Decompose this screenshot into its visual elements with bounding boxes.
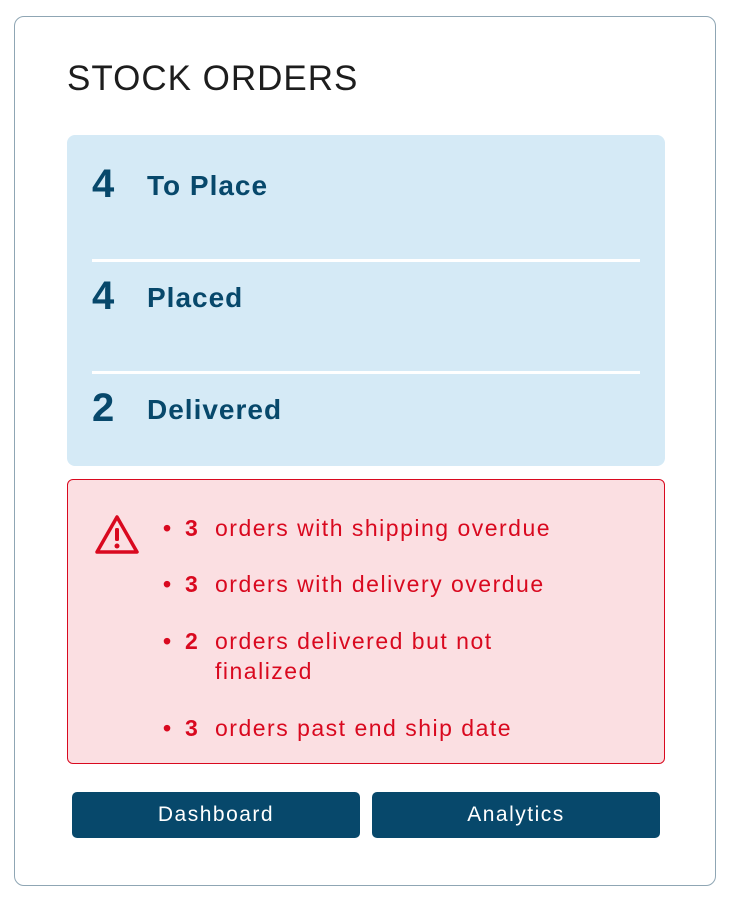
status-label: Placed bbox=[147, 282, 244, 313]
dashboard-button[interactable]: Dashboard bbox=[72, 792, 360, 838]
alert-item-past-end-ship-date[interactable]: • 3 orders past end ship date bbox=[163, 713, 643, 743]
alert-count: 3 bbox=[185, 571, 200, 597]
alert-item-delivery-overdue[interactable]: • 3 orders with delivery overdue bbox=[163, 569, 643, 599]
alert-text: orders past end ship date bbox=[215, 715, 513, 741]
analytics-button[interactable]: Analytics bbox=[372, 792, 660, 838]
alert-text: orders delivered but not finalized bbox=[215, 628, 493, 684]
status-count: 4 bbox=[92, 274, 115, 318]
alert-count: 3 bbox=[185, 715, 200, 741]
alert-text: orders with delivery overdue bbox=[215, 571, 545, 597]
status-count: 4 bbox=[92, 162, 115, 206]
order-status-panel: 4 To Place 4 Placed 2 Delivered bbox=[67, 135, 665, 466]
alert-count: 2 bbox=[185, 628, 200, 654]
bullet: • bbox=[163, 628, 173, 654]
status-row-placed[interactable]: 4 Placed bbox=[92, 247, 640, 357]
alert-count: 3 bbox=[185, 515, 200, 541]
alert-text: orders with shipping overdue bbox=[215, 515, 552, 541]
bullet: • bbox=[163, 515, 173, 541]
bullet: • bbox=[163, 715, 173, 741]
warning-triangle-icon bbox=[95, 515, 139, 554]
status-row-delivered[interactable]: 2 Delivered bbox=[92, 359, 640, 469]
bullet: • bbox=[163, 571, 173, 597]
alert-item-not-finalized[interactable]: • 2 orders delivered but not finalized bbox=[163, 626, 573, 686]
status-row-to-place[interactable]: 4 To Place bbox=[92, 135, 640, 245]
status-label: Delivered bbox=[147, 394, 283, 425]
alerts-panel: • 3 orders with shipping overdue • 3 ord… bbox=[67, 479, 665, 764]
alert-item-shipping-overdue[interactable]: • 3 orders with shipping overdue bbox=[163, 513, 643, 543]
status-count: 2 bbox=[92, 386, 115, 430]
status-label: To Place bbox=[147, 170, 269, 201]
card-title: STOCK ORDERS bbox=[67, 59, 359, 98]
stock-orders-card: STOCK ORDERS 4 To Place 4 Placed 2 Deliv… bbox=[14, 16, 716, 886]
